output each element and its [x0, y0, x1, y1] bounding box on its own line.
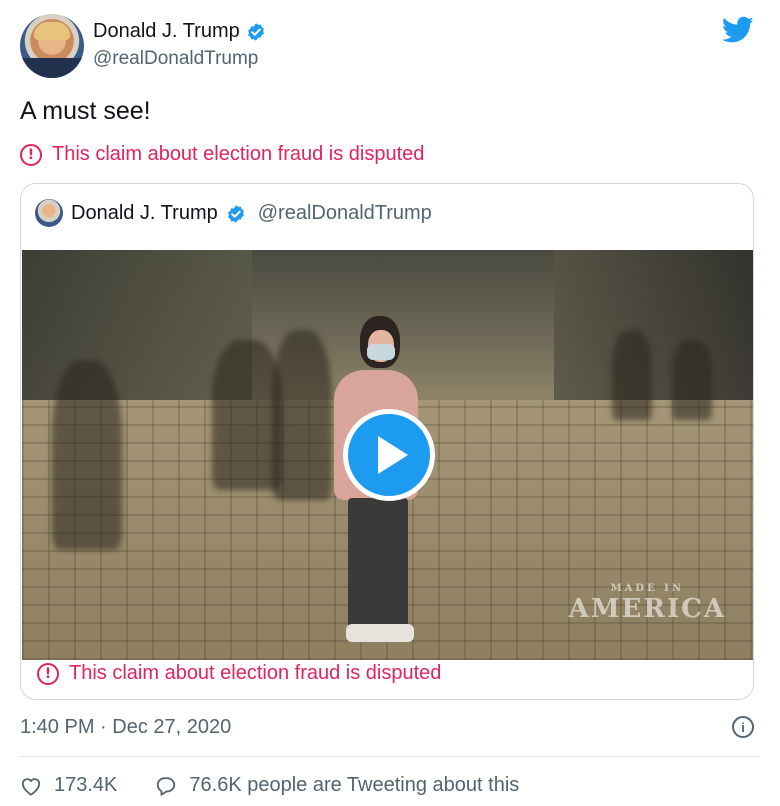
media-watermark: MADE IN AMERICA: [569, 583, 726, 624]
author-name[interactable]: Donald J. Trump: [93, 20, 240, 43]
media-blurred-crowd: [612, 330, 652, 420]
info-icon[interactable]: i: [732, 716, 754, 738]
author-name-row[interactable]: Donald J. Trump: [93, 20, 266, 43]
quoted-author-handle: @realDonaldTrump: [257, 202, 432, 224]
like-button[interactable]: 173.4K: [20, 774, 117, 797]
like-count: 173.4K: [54, 774, 118, 796]
tweet-timestamp[interactable]: 1:40 PM · Dec 27, 2020: [20, 716, 231, 739]
disputed-notice-text[interactable]: This claim about election fraud is dispu…: [52, 143, 424, 166]
conversation-text: 76.6K people are Tweeting about this: [189, 774, 520, 796]
reply-icon: [157, 776, 176, 796]
divider: [20, 756, 760, 757]
quoted-author-row: Donald J. Trump @realDonaldTrump: [71, 202, 432, 225]
video-media[interactable]: MADE IN AMERICA: [22, 250, 753, 660]
quoted-author-name: Donald J. Trump: [71, 202, 218, 224]
quoted-tweet-card[interactable]: Donald J. Trump @realDonaldTrump MADE IN…: [20, 183, 754, 700]
alert-circle-icon: !: [37, 662, 59, 685]
play-button[interactable]: [343, 409, 435, 501]
verified-badge-icon: [247, 22, 264, 41]
media-blurred-crowd: [52, 360, 122, 550]
media-person-shoes: [346, 624, 414, 642]
disputed-notice[interactable]: ! This claim about election fraud is dis…: [20, 143, 424, 166]
conversation-link[interactable]: 76.6K people are Tweeting about this: [155, 774, 519, 797]
media-watermark-text: AMERICA: [568, 594, 726, 624]
alert-circle-icon: !: [20, 143, 42, 166]
play-icon: [378, 436, 408, 474]
twitter-bird-icon[interactable]: [722, 16, 754, 44]
verified-badge-icon: [227, 204, 244, 223]
media-person-legs: [348, 498, 408, 628]
action-bar: 173.4K 76.6K people are Tweeting about t…: [20, 774, 519, 797]
media-person-mask: [367, 344, 395, 360]
quoted-disputed-notice-text[interactable]: This claim about election fraud is dispu…: [69, 662, 441, 685]
media-blurred-crowd: [272, 330, 332, 500]
quoted-disputed-notice[interactable]: ! This claim about election fraud is dis…: [37, 662, 441, 685]
media-blurred-crowd: [672, 340, 712, 420]
author-handle[interactable]: @realDonaldTrump: [93, 48, 258, 70]
author-avatar[interactable]: [20, 14, 84, 78]
heart-icon: [21, 777, 41, 796]
media-watermark-small: MADE IN: [610, 583, 684, 594]
tweet-text: A must see!: [20, 97, 151, 125]
quoted-author-avatar: [35, 199, 63, 227]
